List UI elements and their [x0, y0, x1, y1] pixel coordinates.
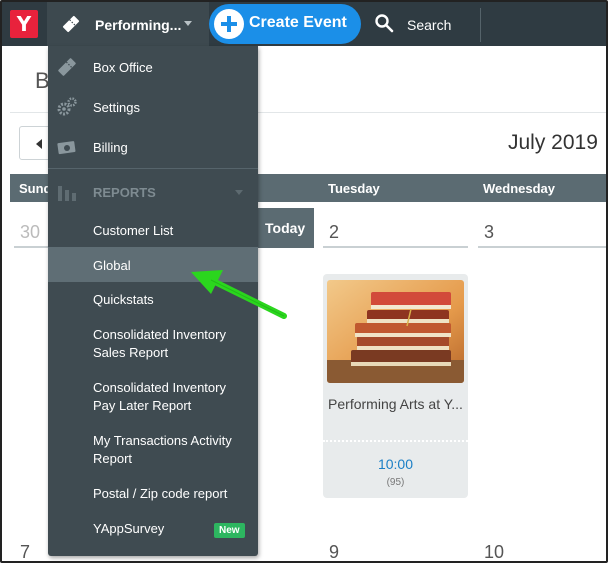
day-header: Tuesday	[328, 181, 380, 196]
app-logo[interactable]: Y	[10, 10, 38, 38]
menu-item-label: My Transactions Activity Report	[93, 433, 232, 466]
date-number: 3	[484, 222, 495, 242]
menu-item-postal-zip-code-report[interactable]: Postal / Zip code report	[48, 475, 258, 511]
calendar-date-cell[interactable]: 10	[478, 528, 606, 562]
event-title: Performing Arts at Y...	[328, 396, 463, 412]
venue-selector-tab[interactable]: Performing...	[47, 2, 209, 46]
menu-item-label: Consolidated Inventory Sales Report	[93, 327, 226, 360]
menu-item-label: Box Office	[93, 60, 153, 75]
day-header: Sund	[19, 181, 52, 196]
plus-icon	[214, 9, 244, 39]
chevron-down-icon	[184, 21, 192, 26]
new-badge: New	[214, 523, 245, 538]
search-icon	[375, 14, 394, 33]
menu-item-label: Consolidated Inventory Pay Later Report	[93, 380, 226, 413]
app-window: Y Performing... Create Event Search B Ju…	[0, 0, 608, 563]
reports-section-header[interactable]: REPORTS	[48, 172, 258, 212]
top-navigation-bar: Y Performing... Create Event Search	[2, 2, 606, 46]
calendar-date-cell[interactable]: 9	[323, 528, 468, 562]
menu-item-label: Customer List	[93, 223, 174, 238]
date-number: 9	[329, 542, 340, 562]
search-button[interactable]: Search	[372, 2, 480, 46]
menu-item-label: Billing	[93, 140, 128, 155]
event-thumbnail	[327, 280, 464, 383]
menu-item-label-wrap: YAppSurvey New	[93, 520, 253, 538]
event-time-link[interactable]: 10:00	[323, 456, 468, 472]
calendar-month-title: July 2019	[508, 131, 598, 154]
date-number: 10	[484, 542, 505, 562]
menu-item-consolidated-inventory-pay-later-report[interactable]: Consolidated Inventory Pay Later Report	[48, 369, 258, 422]
menu-item-label: YAppSurvey	[93, 521, 165, 536]
menu-item-my-transactions-activity-report[interactable]: My Transactions Activity Report	[48, 422, 258, 475]
menu-item-label: Postal / Zip code report	[93, 486, 228, 501]
bar-chart-icon	[58, 186, 76, 201]
calendar-date-cell[interactable]: 3	[478, 208, 606, 248]
date-number: 30	[20, 222, 41, 242]
calendar-date-cell[interactable]: 7	[14, 528, 48, 562]
reports-header-label: REPORTS	[93, 185, 156, 200]
today-label: Today	[265, 220, 306, 236]
gears-icon	[57, 97, 77, 116]
menu-divider	[48, 168, 258, 169]
menu-item-billing[interactable]: Billing	[48, 128, 258, 168]
search-label: Search	[407, 17, 452, 33]
menu-item-settings[interactable]: Settings	[48, 88, 258, 128]
menu-item-label: Quickstats	[93, 292, 154, 307]
menu-item-box-office[interactable]: Box Office	[48, 46, 258, 88]
day-header: Wednesday	[483, 181, 556, 196]
event-divider	[323, 440, 468, 442]
venue-selector-label: Performing...	[95, 17, 182, 33]
calendar-date-cell[interactable]: 30	[14, 208, 48, 248]
annotation-arrow	[191, 270, 287, 319]
menu-item-label: Settings	[93, 100, 140, 115]
create-event-label: Create Event	[249, 14, 347, 31]
create-event-button[interactable]: Create Event	[209, 4, 361, 44]
date-number: 2	[329, 222, 340, 242]
menu-item-customer-list[interactable]: Customer List	[48, 212, 258, 246]
event-card[interactable]: Performing Arts at Y... 10:00 (95)	[323, 274, 468, 498]
today-button[interactable]: Today	[258, 208, 314, 248]
chevron-down-icon	[235, 190, 243, 195]
event-ticket-count: (95)	[386, 477, 405, 488]
chevron-left-icon	[36, 139, 42, 149]
menu-item-label: Global	[93, 258, 131, 273]
date-number: 7	[20, 542, 31, 562]
ticket-icon	[62, 15, 80, 33]
money-icon	[57, 141, 76, 155]
calendar-date-cell[interactable]: 2	[323, 208, 468, 248]
menu-item-yappsurvey[interactable]: YAppSurvey New	[48, 511, 258, 547]
ticket-icon	[58, 58, 76, 76]
topbar-divider	[480, 8, 481, 42]
